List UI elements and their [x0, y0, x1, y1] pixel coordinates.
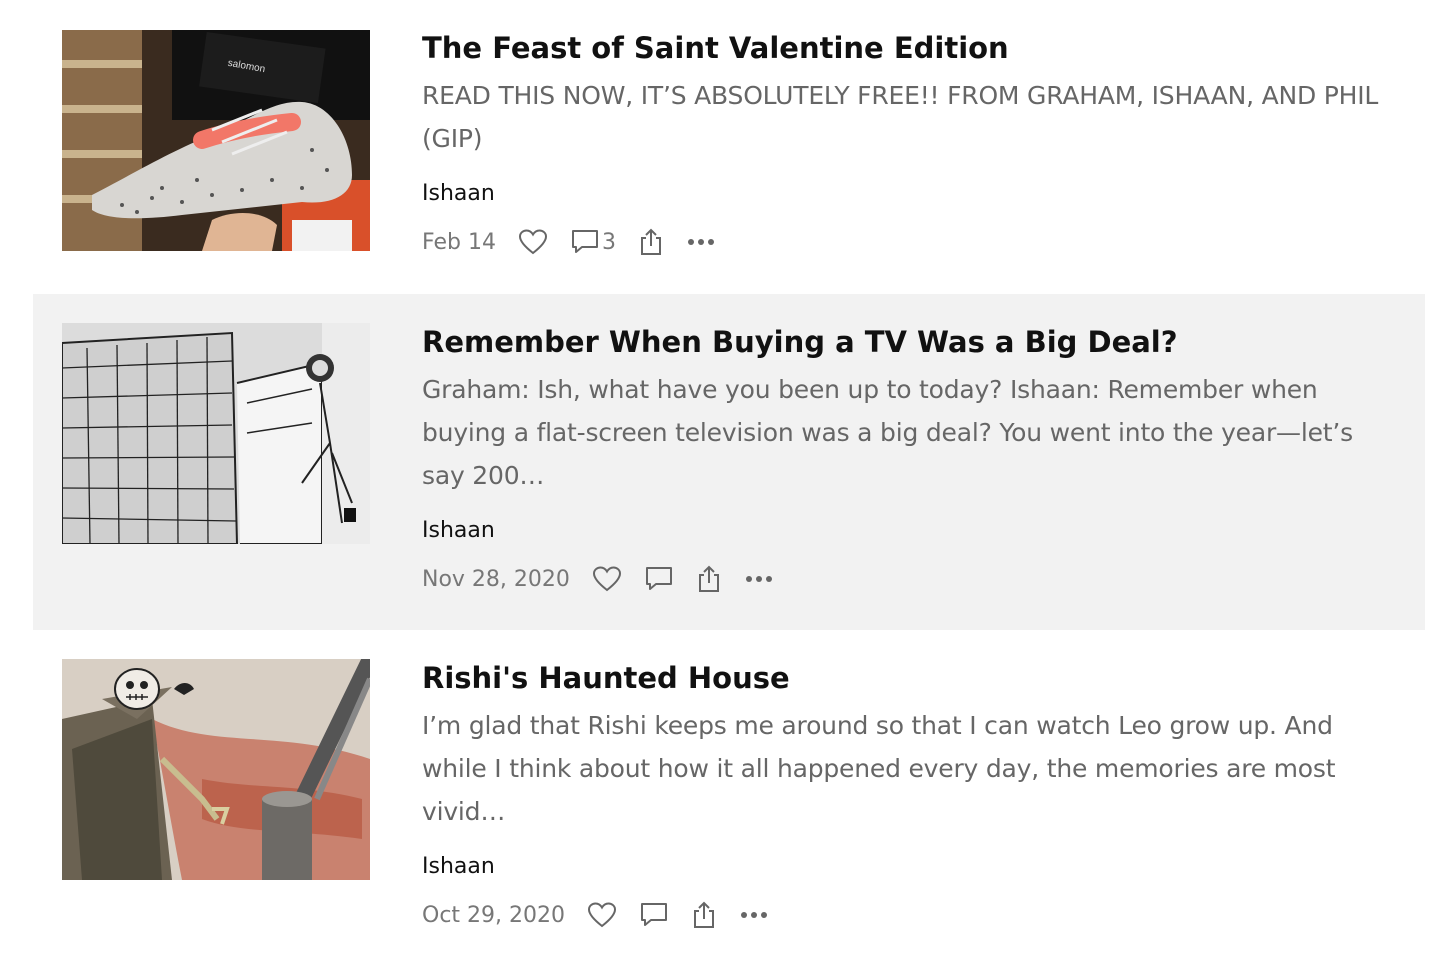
more-icon — [745, 576, 772, 582]
share-icon — [640, 228, 661, 255]
post-feed: salomon The Feast of Saint Valentine Edi… — [0, 0, 1456, 955]
share-button[interactable] — [696, 564, 722, 594]
post-subtitle[interactable]: Graham: Ish, what have you been up to to… — [422, 368, 1402, 497]
share-icon — [694, 901, 714, 928]
comment-icon — [571, 230, 598, 253]
more-button[interactable] — [739, 910, 769, 920]
comment-button[interactable]: 3 — [570, 228, 616, 256]
share-button[interactable] — [691, 900, 717, 930]
comment-icon — [641, 903, 667, 926]
post-date: Nov 28, 2020 — [422, 566, 570, 592]
post-title[interactable]: The Feast of Saint Valentine Edition — [422, 28, 1402, 68]
post-subtitle[interactable]: READ THIS NOW, IT’S ABSOLUTELY FREE!! FR… — [422, 74, 1402, 160]
sneaker-photo: salomon — [62, 30, 370, 251]
more-button[interactable] — [744, 574, 774, 584]
post-subtitle[interactable]: I’m glad that Rishi keeps me around so t… — [422, 704, 1402, 833]
more-icon — [741, 912, 767, 918]
post-author[interactable]: Ishaan — [422, 516, 1402, 546]
like-button[interactable] — [587, 901, 617, 929]
heart-icon — [518, 229, 547, 255]
heart-icon — [592, 566, 621, 592]
post-meta: Oct 29, 2020 — [422, 898, 1402, 932]
post-thumbnail[interactable] — [62, 659, 370, 880]
scarecrow-drawing — [62, 659, 370, 880]
post-item[interactable]: Remember When Buying a TV Was a Big Deal… — [33, 294, 1425, 630]
like-button[interactable] — [518, 228, 548, 256]
post-date: Feb 14 — [422, 229, 496, 255]
post-title[interactable]: Rishi's Haunted House — [422, 658, 1402, 698]
post-author[interactable]: Ishaan — [422, 179, 1402, 209]
post-meta: Feb 14 3 — [422, 225, 1402, 259]
more-icon — [687, 239, 714, 245]
post-author[interactable]: Ishaan — [422, 852, 1402, 882]
post-item[interactable]: salomon The Feast of Saint Valentine Edi… — [33, 0, 1425, 294]
comment-button[interactable] — [639, 901, 669, 929]
post-meta: Nov 28, 2020 — [422, 562, 1402, 596]
post-item[interactable]: Rishi's Haunted House I’m glad that Rish… — [33, 630, 1425, 955]
share-icon — [698, 565, 719, 592]
post-title[interactable]: Remember When Buying a TV Was a Big Deal… — [422, 322, 1402, 362]
comment-icon — [645, 567, 672, 590]
post-thumbnail[interactable]: salomon — [62, 30, 370, 251]
more-button[interactable] — [686, 237, 716, 247]
store-aisle-drawing — [62, 323, 370, 544]
like-button[interactable] — [592, 565, 622, 593]
share-button[interactable] — [638, 227, 664, 257]
post-date: Oct 29, 2020 — [422, 902, 565, 928]
post-thumbnail[interactable] — [62, 323, 370, 544]
comment-count: 3 — [601, 229, 616, 255]
heart-icon — [587, 902, 617, 928]
comment-button[interactable] — [644, 565, 674, 593]
